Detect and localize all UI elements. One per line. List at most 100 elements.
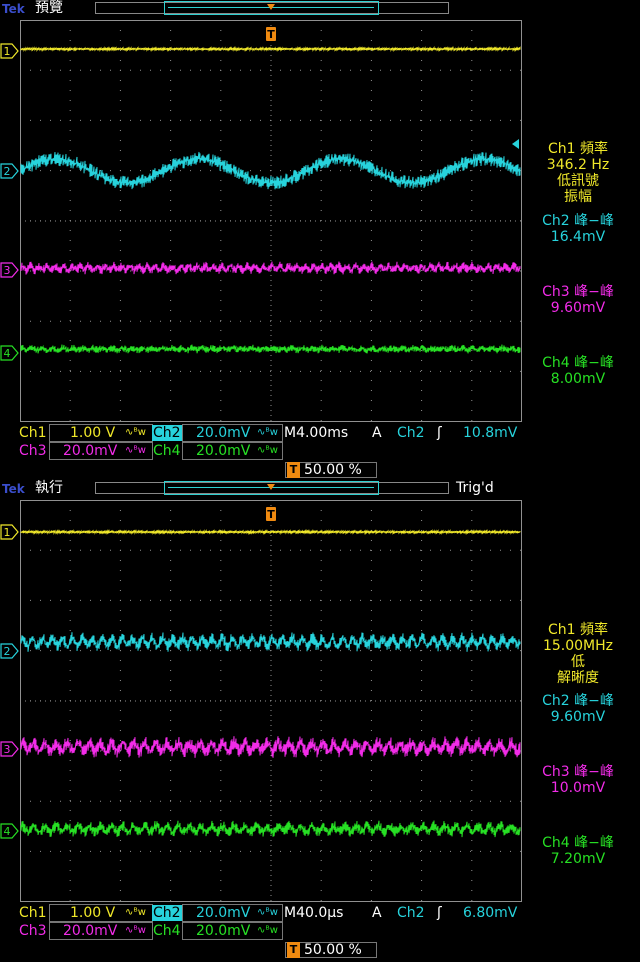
ch4-peak-to-peak-measurement[interactable]: Ch4 峰−峰 7.20mV: [528, 835, 628, 867]
ch1-ground-marker[interactable]: 1: [0, 43, 20, 59]
trigger-status: Trig'd: [456, 480, 494, 496]
svg-text:2: 2: [4, 645, 11, 658]
ch1-scale: 1.00 V: [70, 425, 116, 441]
svg-text:2: 2: [4, 165, 11, 178]
ch4-scale: 20.0mV: [196, 923, 251, 939]
trigger-position-marker[interactable]: T: [265, 0, 277, 42]
ch2-label[interactable]: Ch2: [153, 905, 181, 921]
ch4-peak-to-peak-measurement[interactable]: Ch4 峰−峰 8.00mV: [528, 355, 628, 387]
measurement-value: 346.2 Hz: [546, 157, 610, 173]
ch3-waveform: [20, 736, 521, 758]
brand-logo: Tek: [2, 482, 25, 496]
ch1-frequency-measurement[interactable]: Ch1 頻率 15.00MHz 低 解晰度: [528, 622, 628, 686]
svg-text:3: 3: [4, 264, 11, 277]
trigger-level[interactable]: 6.80mV: [463, 905, 517, 921]
measurement-label: Ch1 頻率: [547, 141, 608, 157]
svg-text:4: 4: [4, 347, 11, 360]
ch4-label[interactable]: Ch4: [153, 443, 181, 459]
measurement-value: 9.60mV: [550, 709, 606, 725]
bandwidth-limit-icon: ∿ᴮw: [257, 445, 278, 456]
graticule-grid: [20, 500, 522, 902]
ch3-waveform: [20, 261, 521, 275]
ch3-ground-marker[interactable]: 3: [0, 262, 20, 278]
trigger-source[interactable]: Ch2: [397, 905, 425, 921]
ch1-waveform: [20, 45, 521, 53]
graticule: [20, 20, 522, 422]
trigger-level[interactable]: 10.8mV: [463, 425, 517, 441]
ch2-scale: 20.0mV: [196, 905, 251, 921]
timebase-setting[interactable]: M4.00ms: [284, 425, 348, 441]
trigger-source[interactable]: Ch2: [397, 425, 425, 441]
ch2-peak-to-peak-measurement[interactable]: Ch2 峰−峰 9.60mV: [528, 693, 628, 725]
measurement-value: 10.0mV: [550, 780, 606, 796]
ch2-scale: 20.0mV: [196, 425, 251, 441]
measurement-label: Ch2 峰−峰: [542, 693, 614, 709]
graticule: [20, 500, 522, 902]
measurement-note: 振幅: [564, 189, 592, 205]
brand-logo: Tek: [2, 2, 25, 16]
ch1-label[interactable]: Ch1: [19, 425, 47, 441]
timebase-setting[interactable]: M40.0µs: [284, 905, 343, 921]
trigger-position-icon: T: [287, 462, 300, 478]
measurement-note: 低: [571, 654, 585, 670]
measurement-value: 9.60mV: [550, 300, 606, 316]
bandwidth-limit-icon: ∿ᴮw: [125, 445, 146, 456]
ch2-peak-to-peak-measurement[interactable]: Ch2 峰−峰 16.4mV: [528, 213, 628, 245]
scope-screen-run: Tek 執行 Trig'd T 1 2 3 4 Ch1 頻率 15.00MHz …: [0, 480, 640, 960]
trigger-position: 50.00 %: [304, 462, 362, 478]
bandwidth-limit-icon: ∿ᴮw: [125, 427, 146, 438]
measurement-value: 7.20mV: [550, 851, 606, 867]
svg-text:1: 1: [4, 526, 11, 539]
ch3-label[interactable]: Ch3: [19, 443, 47, 459]
bandwidth-limit-icon: ∿ᴮw: [257, 925, 278, 936]
trigger-position-marker[interactable]: T: [265, 480, 277, 522]
trigger-position-icon: T: [287, 942, 300, 958]
ch3-ground-marker[interactable]: 3: [0, 741, 20, 757]
ch3-label[interactable]: Ch3: [19, 923, 47, 939]
bandwidth-limit-icon: ∿ᴮw: [257, 427, 278, 438]
trigger-slope-icon: ʃ: [437, 905, 442, 921]
bandwidth-limit-icon: ∿ᴮw: [125, 907, 146, 918]
measurement-note: 解晰度: [557, 670, 599, 686]
status-bar: Ch1 1.00 V ∿ᴮw Ch2 20.0mV ∿ᴮw M40.0µs A …: [0, 904, 640, 962]
ch4-ground-marker[interactable]: 4: [0, 345, 20, 361]
graticule-grid: [20, 20, 522, 422]
ch1-frequency-measurement[interactable]: Ch1 頻率 346.2 Hz 低訊號 振幅: [528, 141, 628, 205]
trigger-position: 50.00 %: [304, 942, 362, 958]
measurement-note: 低訊號: [557, 173, 599, 189]
measurement-label: Ch4 峰−峰: [542, 835, 614, 851]
trigger-marker-label: T: [267, 28, 275, 41]
ch3-peak-to-peak-measurement[interactable]: Ch3 峰−峰 10.0mV: [528, 764, 628, 796]
measurement-label: Ch1 頻率: [547, 622, 608, 638]
ch1-waveform: [20, 528, 521, 536]
ch4-label[interactable]: Ch4: [153, 923, 181, 939]
ch3-peak-to-peak-measurement[interactable]: Ch3 峰−峰 9.60mV: [528, 284, 628, 316]
ch1-label[interactable]: Ch1: [19, 905, 47, 921]
measurement-value: 8.00mV: [550, 371, 606, 387]
ch1-scale: 1.00 V: [70, 905, 116, 921]
measurement-label: Ch2 峰−峰: [542, 213, 614, 229]
svg-text:3: 3: [4, 743, 11, 756]
measurement-value: 15.00MHz: [542, 638, 614, 654]
ch4-scale: 20.0mV: [196, 443, 251, 459]
ch3-scale: 20.0mV: [63, 443, 118, 459]
acquisition-type: A: [372, 905, 382, 921]
trigger-level-arrow-icon[interactable]: [510, 138, 520, 150]
svg-text:4: 4: [4, 825, 11, 838]
ch2-ground-marker[interactable]: 2: [0, 163, 20, 179]
measurement-label: Ch4 峰−峰: [542, 355, 614, 371]
ch3-scale: 20.0mV: [63, 923, 118, 939]
svg-text:1: 1: [4, 45, 11, 58]
bandwidth-limit-icon: ∿ᴮw: [257, 907, 278, 918]
acquisition-type: A: [372, 425, 382, 441]
measurement-label: Ch3 峰−峰: [542, 284, 614, 300]
ch2-ground-marker[interactable]: 2: [0, 643, 20, 659]
trigger-slope-icon: ʃ: [437, 425, 442, 441]
acquisition-mode: 預覽: [35, 0, 63, 16]
scope-screen-preview: Tek 預覽 T 1 2 3 4 Ch1 頻率 346.2 Hz 低訊號 振幅 …: [0, 0, 640, 480]
ch4-ground-marker[interactable]: 4: [0, 823, 20, 839]
ch2-label[interactable]: Ch2: [153, 425, 181, 441]
ch1-ground-marker[interactable]: 1: [0, 524, 20, 540]
acquisition-mode: 執行: [35, 480, 63, 496]
trigger-marker-label: T: [267, 508, 275, 521]
